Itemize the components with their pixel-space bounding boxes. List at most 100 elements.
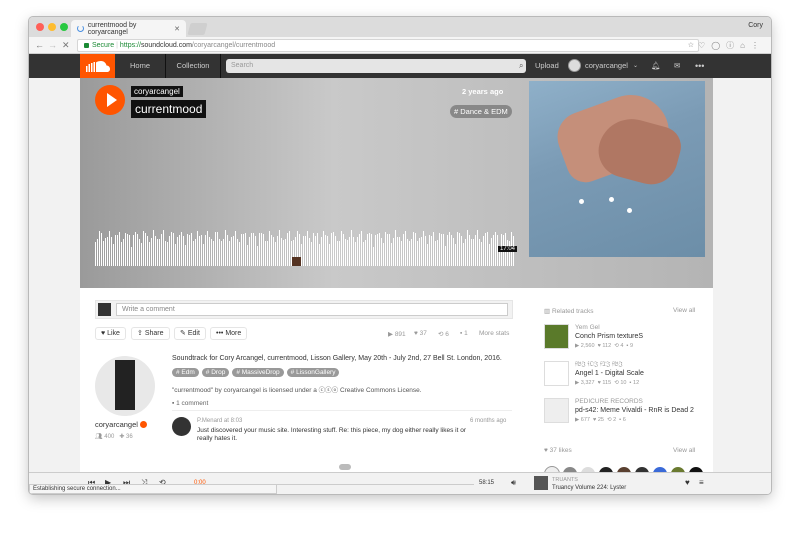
related-track-artist[interactable]: 𝔣𝔅𝔍 𝔣𝔒𝔍 𝔣𝔗𝔍 𝔣𝔅𝔍 — [575, 361, 623, 369]
related-track-item[interactable]: PEDICURE RECORDS pd-s42: Meme Vivaldi - R… — [529, 398, 705, 426]
back-arrow-icon[interactable]: ← — [35, 40, 44, 50]
related-track-title[interactable]: Angel 1 - Digital Scale — [575, 370, 644, 377]
maximize-window-button[interactable] — [60, 23, 68, 31]
waveform-bar — [483, 236, 484, 266]
waveform-bar — [215, 232, 216, 266]
uploader-avatar[interactable] — [95, 356, 155, 416]
uploader-name[interactable]: coryarcangel — [95, 420, 147, 429]
tag-pill[interactable]: # Edm — [172, 368, 199, 377]
waveform-bar — [151, 238, 152, 266]
share-label: Share — [144, 330, 164, 337]
minimize-window-button[interactable] — [48, 23, 56, 31]
now-playing-title[interactable]: Truancy Volume 224: Lyster — [552, 485, 626, 491]
waveform-bar — [303, 236, 304, 266]
user-avatar-icon[interactable] — [568, 59, 581, 72]
extension-icons[interactable]: ♡◯ⓘ⌂⋮ — [698, 40, 765, 51]
tab-title: currentmood by coryarcangel — [87, 21, 137, 36]
waveform-bar — [163, 230, 164, 266]
commenter-avatar[interactable] — [172, 417, 191, 436]
license-user-link[interactable]: coryarcangel — [224, 387, 261, 394]
related-view-all[interactable]: View all — [673, 307, 695, 314]
waveform-bar — [237, 239, 238, 266]
waveform-bar — [443, 234, 444, 266]
more-menu-icon[interactable]: ••• — [695, 54, 704, 78]
share-button[interactable]: ⇪ Share — [131, 327, 170, 340]
waveform-bar — [113, 244, 114, 266]
genre-tag[interactable]: # Dance & EDM — [450, 105, 512, 118]
related-track-artist[interactable]: Yem Gel — [575, 324, 600, 331]
close-tab-icon[interactable]: ✕ — [174, 25, 180, 33]
new-tab-button[interactable] — [187, 23, 208, 35]
now-playing-artwork[interactable] — [534, 476, 548, 490]
waveform[interactable] — [95, 228, 515, 266]
queue-icon[interactable]: ≡ — [699, 478, 704, 487]
forward-arrow-icon[interactable]: → — [48, 40, 57, 50]
waveform-bar — [219, 239, 220, 266]
waveform-bar — [319, 244, 320, 266]
waveform-bar — [441, 234, 442, 266]
waveform-bar — [279, 230, 280, 266]
waveform-bar — [169, 236, 170, 266]
edit-button[interactable]: ✎ Edit — [174, 327, 206, 340]
track-artist[interactable]: coryarcangel — [131, 86, 183, 97]
bookmark-star-icon[interactable]: ☆ — [688, 40, 694, 51]
nav-home[interactable]: Home — [115, 54, 166, 78]
waveform-bar — [273, 237, 274, 266]
like-button[interactable]: ♥ Like — [95, 327, 126, 340]
user-menu[interactable]: coryarcangel — [585, 54, 628, 78]
close-window-button[interactable] — [36, 23, 44, 31]
waveform-bar — [423, 231, 424, 266]
upload-link[interactable]: Upload — [535, 54, 559, 78]
more-stats-link[interactable]: More stats — [479, 330, 509, 337]
waveform-bar — [111, 237, 112, 266]
waveform-bar — [335, 236, 336, 266]
volume-icon[interactable]: 🔊︎ — [511, 478, 516, 488]
like-current-icon[interactable]: ♥ — [685, 478, 690, 487]
profile-name[interactable]: Cory — [748, 22, 763, 29]
tag-pill[interactable]: # Drop — [201, 368, 230, 377]
likes-count: ♥ 37 — [414, 330, 427, 337]
soundcloud-logo-icon[interactable] — [80, 54, 115, 78]
more-button[interactable]: ••• More — [210, 327, 248, 340]
comment-input[interactable]: Write a comment — [116, 303, 508, 316]
likes-view-all[interactable]: View all — [673, 447, 695, 454]
waveform-bar — [361, 231, 362, 266]
related-track-artwork[interactable] — [544, 361, 569, 386]
comment-timestamp[interactable]: 8:03 — [231, 418, 243, 424]
pencil-icon: ✎ — [180, 330, 186, 337]
waveform-bar — [189, 235, 190, 266]
chevron-down-icon[interactable]: ⌄ — [633, 54, 638, 78]
tag-pill[interactable]: # LissonGallery — [286, 368, 340, 377]
waveform-bar — [325, 235, 326, 266]
track-description: Soundtrack for Cory Arcangel, currentmoo… — [172, 355, 502, 362]
commenter-name[interactable]: P.Menard — [197, 418, 222, 424]
now-playing-artist[interactable]: TRUANTS — [552, 477, 578, 483]
url-field[interactable]: Secure | https://soundcloud.com/coryarca… — [77, 39, 699, 52]
related-track-artist[interactable]: PEDICURE RECORDS — [575, 398, 643, 405]
waveform-bar — [211, 239, 212, 266]
messages-envelope-icon[interactable]: ✉ — [674, 54, 680, 78]
nav-collection[interactable]: Collection — [166, 54, 221, 78]
search-icon[interactable]: ⌕ — [519, 54, 523, 78]
tag-pill[interactable]: # MassiveDrop — [232, 368, 284, 377]
waveform-bar — [309, 238, 310, 266]
waveform-comment-marker[interactable] — [292, 257, 301, 266]
stop-loading-icon[interactable]: ✕ — [62, 40, 70, 51]
related-track-title[interactable]: Conch Prism textureS — [575, 333, 643, 340]
waveform-bar — [133, 235, 134, 266]
waveform-bar — [271, 235, 272, 266]
waveform-bar — [109, 231, 110, 266]
related-track-item[interactable]: 𝔣𝔅𝔍 𝔣𝔒𝔍 𝔣𝔗𝔍 𝔣𝔅𝔍 Angel 1 - Digital Scale ▶ … — [529, 361, 705, 389]
browser-tab[interactable]: currentmood by coryarcangel ✕ — [71, 20, 186, 37]
related-track-artwork[interactable] — [544, 398, 569, 423]
license-link[interactable]: Creative Commons License. — [340, 387, 422, 394]
waveform-bar — [427, 244, 428, 266]
search-input[interactable]: Search — [226, 59, 526, 73]
notifications-bell-icon[interactable]: 🔔︎ — [651, 54, 661, 78]
waveform-bar — [481, 242, 482, 266]
play-button[interactable] — [95, 85, 125, 115]
waveform-bar — [383, 243, 384, 266]
related-track-title[interactable]: pd-s42: Meme Vivaldi - RnR is Dead 2 — [575, 407, 694, 414]
related-track-item[interactable]: Yem Gel Conch Prism textureS ▶ 2,560 ♥ 112… — [529, 324, 705, 352]
related-track-artwork[interactable] — [544, 324, 569, 349]
